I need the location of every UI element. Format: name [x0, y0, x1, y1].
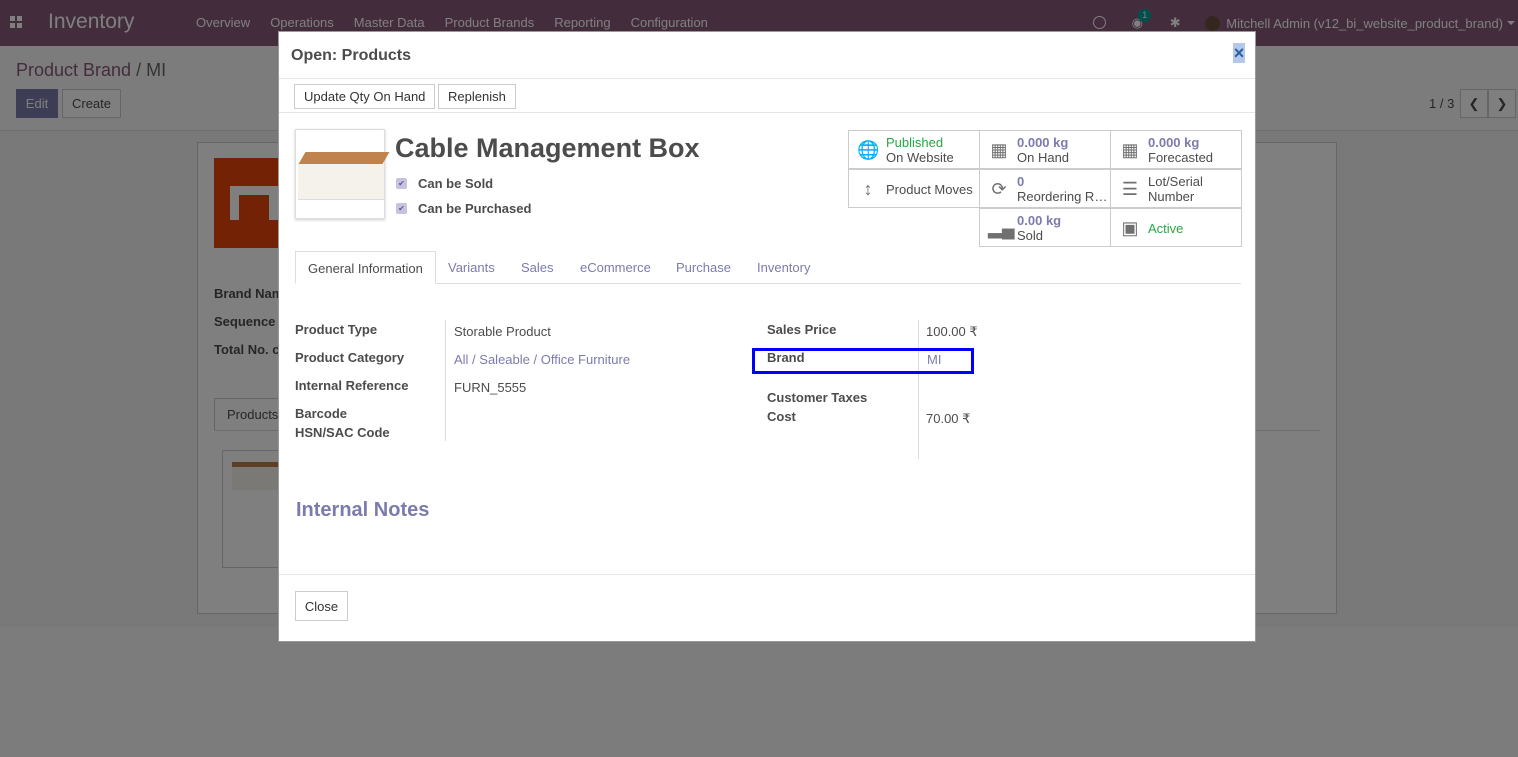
- product-moves-button[interactable]: ↕ Product Moves: [848, 169, 980, 208]
- tab-purchase[interactable]: Purchase: [664, 251, 743, 284]
- modal-footer: Close: [279, 574, 1255, 641]
- sold-button[interactable]: ▂▄ 0.00 kg Sold: [979, 208, 1111, 247]
- product-dialog: Open: Products × Update Qty On Hand Repl…: [278, 31, 1256, 642]
- update-qty-on-hand-button[interactable]: Update Qty On Hand: [294, 84, 436, 109]
- list-icon: ☰: [1121, 179, 1139, 199]
- product-category-label: Product Category: [295, 350, 405, 365]
- can-be-sold-checkbox[interactable]: ✔: [396, 178, 407, 189]
- on-hand-button[interactable]: ▦ 0.000 kg On Hand: [979, 130, 1111, 169]
- product-type-label: Product Type: [295, 322, 378, 337]
- notebook-tabs: General Information Variants Sales eComm…: [295, 251, 1241, 284]
- forecast-unit: kg: [1184, 135, 1200, 150]
- product-image[interactable]: [295, 129, 390, 219]
- can-be-purchased-checkbox[interactable]: ✔: [396, 203, 407, 214]
- internal-reference-field[interactable]: FURN_5555: [454, 380, 526, 395]
- on-hand-unit: kg: [1053, 135, 1069, 150]
- sales-price-label: Sales Price: [767, 322, 837, 337]
- lot-label-line2: Number: [1148, 189, 1195, 204]
- product-moves-label: Product Moves: [886, 182, 973, 197]
- tab-variants[interactable]: Variants: [436, 251, 507, 284]
- sales-price-field[interactable]: 100.00 ₹: [926, 324, 978, 340]
- product-type-field[interactable]: Storable Product: [454, 324, 551, 339]
- forecasted-button[interactable]: ▦ 0.000 kg Forecasted: [1110, 130, 1242, 169]
- modal-header: Open: Products ×: [279, 32, 1255, 79]
- close-button[interactable]: Close: [295, 591, 348, 621]
- tab-inventory[interactable]: Inventory: [745, 251, 822, 284]
- reordering-rules-button[interactable]: ⟳ 0 Reordering Rules: [979, 169, 1111, 208]
- lot-serial-button[interactable]: ☰ Lot/Serial Number: [1110, 169, 1242, 208]
- modal-title: Open: Products: [291, 47, 412, 64]
- replenish-button[interactable]: Replenish: [438, 84, 516, 109]
- on-hand-label: On Hand: [1017, 150, 1070, 165]
- can-be-sold-label: Can be Sold: [418, 176, 494, 191]
- internal-reference-label: Internal Reference: [295, 378, 409, 393]
- brand-highlight-box: [752, 348, 974, 374]
- lot-label-line1: Lot/Serial: [1148, 174, 1203, 189]
- can-be-purchased-label: Can be Purchased: [418, 201, 532, 216]
- tab-sales[interactable]: Sales: [509, 251, 566, 284]
- close-icon[interactable]: ×: [1233, 43, 1245, 63]
- hsn-sac-code-label: HSN/SAC Code: [295, 425, 390, 440]
- active-toggle-button[interactable]: ▣ Active: [1110, 208, 1242, 247]
- sold-label: Sold: [1017, 228, 1044, 243]
- customer-taxes-label: Customer Taxes: [767, 390, 868, 405]
- left-group-divider: [445, 320, 446, 441]
- right-group-divider: [918, 320, 919, 459]
- on-hand-value: 0.000: [1017, 135, 1050, 150]
- reorder-label: Reordering Rules: [1017, 189, 1109, 204]
- sold-value: 0.00: [1017, 213, 1043, 228]
- sold-unit: kg: [1045, 213, 1062, 228]
- published-status: Published: [886, 135, 944, 150]
- cost-label: Cost: [767, 409, 796, 424]
- cost-field[interactable]: 70.00 ₹: [926, 411, 970, 427]
- published-label: On Website: [886, 150, 954, 165]
- tab-general-information[interactable]: General Information: [295, 251, 436, 284]
- forecast-label: Forecasted: [1148, 150, 1214, 165]
- archive-icon: ▣: [1121, 218, 1139, 238]
- published-button[interactable]: 🌐 Published On Website: [848, 130, 980, 169]
- globe-icon: 🌐: [857, 140, 880, 160]
- internal-notes-title: Internal Notes: [296, 499, 430, 521]
- barcode-label: Barcode: [295, 406, 348, 421]
- forecast-value: 0.000: [1148, 135, 1181, 150]
- building-icon: ▦: [1121, 140, 1139, 160]
- signal-icon: ▂▄: [988, 218, 1015, 238]
- product-image-body: [298, 164, 384, 200]
- refresh-icon: ⟳: [991, 179, 1007, 199]
- product-category-field[interactable]: All / Saleable / Office Furniture: [454, 352, 630, 367]
- product-image-top: [298, 152, 390, 164]
- building-icon: ▦: [990, 140, 1008, 160]
- tab-ecommerce[interactable]: eCommerce: [568, 251, 663, 284]
- product-name[interactable]: Cable Management Box: [395, 133, 700, 164]
- reorder-count: 0: [1017, 174, 1025, 189]
- active-label: Active: [1148, 221, 1184, 236]
- action-button-bar: Update Qty On Hand Replenish: [279, 79, 1255, 113]
- arrows-vertical-icon: ↕: [863, 179, 873, 199]
